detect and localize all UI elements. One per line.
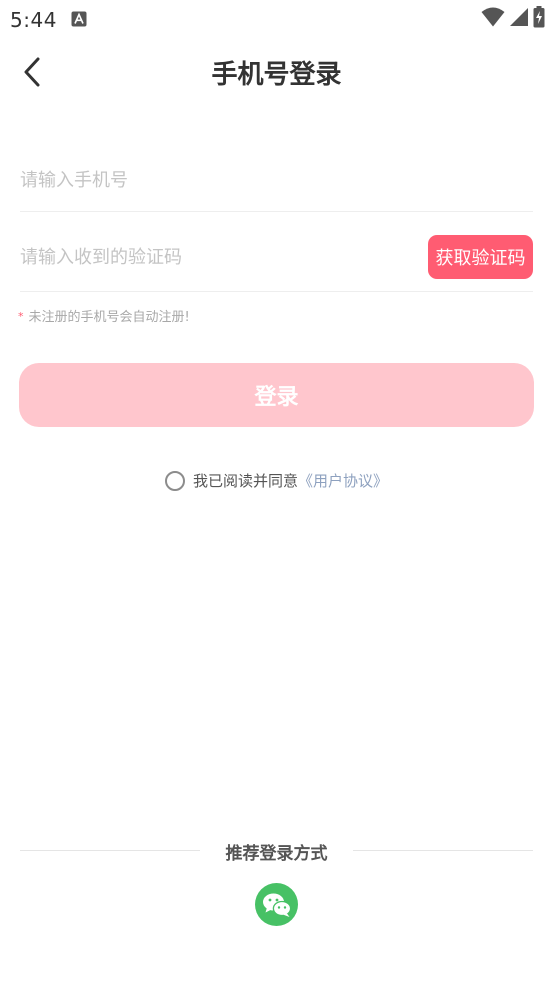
a-icon <box>71 11 87 27</box>
tip-asterisk: * <box>18 310 24 323</box>
signal-icon <box>509 7 529 31</box>
wechat-login-button[interactable] <box>255 883 298 926</box>
phone-input[interactable] <box>20 166 520 194</box>
code-field-row: 获取验证码 <box>20 226 533 292</box>
social-login-title: 推荐登录方式 <box>225 844 328 864</box>
get-code-button[interactable]: 获取验证码 <box>428 235 533 279</box>
page-title: 手机号登录 <box>211 60 342 90</box>
register-tip: * 未注册的手机号会自动注册! <box>18 306 190 325</box>
agree-checkbox[interactable] <box>164 470 185 491</box>
wifi-icon <box>481 7 505 31</box>
login-button[interactable]: 登录 <box>19 363 534 427</box>
tip-text: 未注册的手机号会自动注册! <box>28 310 190 325</box>
wechat-icon <box>262 893 291 917</box>
divider-right <box>353 850 533 851</box>
status-time: 5:44 <box>10 8 57 32</box>
agreement-text: 我已阅读并同意 <box>192 472 298 490</box>
header: 手机号登录 <box>0 38 553 106</box>
agreement: 我已阅读并同意 《用户协议》 <box>0 470 553 491</box>
status-icons <box>481 6 545 32</box>
status-bar: 5:44 <box>0 0 553 38</box>
phone-field-row <box>20 150 533 212</box>
battery-charging-icon <box>533 6 545 32</box>
user-agreement-link[interactable]: 《用户协议》 <box>298 470 388 491</box>
verification-code-input[interactable] <box>20 243 410 271</box>
